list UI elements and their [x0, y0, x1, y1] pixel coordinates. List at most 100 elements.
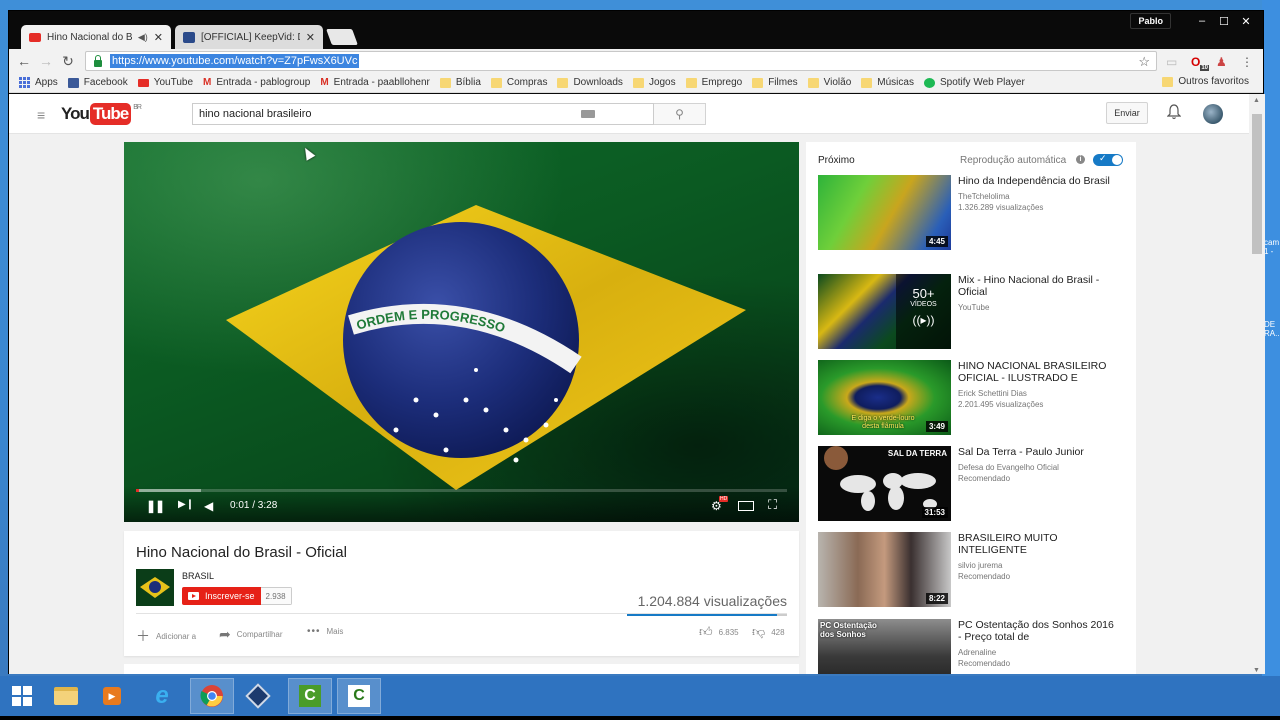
like-button[interactable]: 👍︎ 6.835 — [699, 624, 739, 640]
bookmark-musicas[interactable]: Músicas — [861, 77, 914, 88]
share-button[interactable]: ➦ Compartilhar — [219, 626, 283, 643]
bookmark-other[interactable]: Outros favoritos — [1162, 76, 1249, 87]
video-title[interactable]: Mix - Hino Nacional do Brasil - Oficial — [958, 274, 1116, 298]
close-tab-icon[interactable]: ✕ — [306, 31, 315, 44]
next-button[interactable]: ▶❙ — [178, 499, 194, 510]
screen-border — [0, 716, 1280, 720]
search-button[interactable]: ⚲ — [654, 103, 706, 125]
media-player-icon[interactable]: ▶ — [90, 678, 134, 714]
extension-icon[interactable]: ▭ — [1166, 55, 1177, 69]
notifications-bell-icon[interactable] — [1167, 104, 1181, 120]
bookmark-jogos[interactable]: Jogos — [632, 77, 676, 88]
video-title[interactable]: PC Ostentação dos Sonhos 2016 - Preço to… — [958, 619, 1116, 643]
account-avatar[interactable] — [1203, 104, 1223, 124]
browser-toolbar: ← → ↻ https://www.youtube.com/watch?v=Z7… — [9, 49, 1263, 73]
keyboard-icon[interactable] — [581, 110, 595, 118]
youtube-logo[interactable]: You Tube BR — [61, 103, 142, 125]
video-thumbnail[interactable]: SAL DA TERRA 31:53 — [818, 446, 951, 521]
recommended-video[interactable]: PC Ostentação dos Sonhos PC Ostentação d… — [818, 619, 1138, 674]
bookmark-gmail-2[interactable]: M Entrada - paabllohenr — [320, 77, 430, 88]
virtualbox-icon[interactable] — [236, 678, 280, 714]
bookmark-star-icon[interactable]: ☆ — [1138, 54, 1150, 70]
video-thumbnail[interactable]: 50+ VÍDEOS ((▸)) — [818, 274, 951, 349]
tab-youtube[interactable]: Hino Nacional do Bra ◀) ✕ — [21, 25, 171, 49]
recommended-video[interactable]: 8:22 BRASILEIRO MUITO INTELIGENTE silvio… — [818, 532, 1138, 608]
bookmark-emprego[interactable]: Emprego — [685, 77, 742, 88]
dislike-button[interactable]: 👎︎ 428 — [752, 624, 785, 640]
chrome-icon[interactable] — [190, 678, 234, 714]
close-window-button[interactable]: ✕ — [1235, 13, 1257, 29]
guide-menu-icon[interactable]: ≡ — [37, 107, 45, 123]
more-button[interactable]: ••• Mais — [307, 626, 343, 637]
progress-bar[interactable] — [136, 489, 787, 492]
channel-name: YouTube — [958, 303, 990, 312]
bookmark-violao[interactable]: Violão — [807, 77, 851, 88]
bookmark-biblia[interactable]: Bíblia — [439, 77, 481, 88]
tab-label: Hino Nacional do Bra — [47, 31, 132, 43]
lock-icon — [94, 54, 102, 67]
search-input[interactable]: hino nacional brasileiro — [192, 103, 654, 125]
volume-button[interactable]: ◀ — [204, 499, 213, 513]
buffer-bar — [136, 489, 202, 492]
video-title[interactable]: BRASILEIRO MUITO INTELIGENTE — [958, 532, 1116, 556]
folder-icon — [490, 77, 502, 88]
scroll-up-arrow-icon[interactable]: ▲ — [1253, 97, 1260, 104]
menu-icon[interactable]: ⋮ — [1241, 55, 1253, 69]
recommended-video[interactable]: SAL DA TERRA 31:53 Sal Da Terra - Paulo … — [818, 446, 1138, 522]
file-explorer-icon[interactable] — [44, 678, 88, 714]
bookmark-apps[interactable]: Apps — [19, 77, 58, 88]
add-to-button[interactable]: ＋ Adicionar a — [136, 626, 196, 646]
tab-keepvid[interactable]: [OFFICIAL] KeepVid: Dow ✕ — [175, 25, 323, 49]
address-bar[interactable]: https://www.youtube.com/watch?v=Z7pFwsX6… — [85, 51, 1157, 71]
recommended-mix[interactable]: 50+ VÍDEOS ((▸)) Mix - Hino Nacional do … — [818, 274, 1138, 350]
autoplay-toggle[interactable]: ✓ — [1093, 153, 1123, 166]
fullscreen-button[interactable]: ⛶ — [768, 497, 777, 513]
maximize-button[interactable]: ☐ — [1213, 13, 1235, 29]
extension-icon-2[interactable]: ♟ — [1216, 55, 1227, 69]
start-button[interactable] — [0, 678, 44, 714]
video-title[interactable]: HINO NACIONAL BRASILEIRO OFICIAL - ILUST… — [958, 360, 1116, 384]
info-icon[interactable]: i — [1076, 155, 1085, 164]
bookmark-downloads[interactable]: Downloads — [557, 77, 623, 88]
bookmark-compras[interactable]: Compras — [490, 77, 547, 88]
profile-button[interactable]: Pablo — [1130, 13, 1171, 29]
scrollbar-thumb[interactable] — [1252, 114, 1262, 254]
new-tab-button[interactable] — [326, 29, 358, 45]
video-player[interactable]: ORDEM E PROGRESSO ❚❚ ▶❙ ◀ 0:01 / 3:28 ⚙ H… — [124, 142, 799, 522]
bookmark-filmes[interactable]: Filmes — [752, 77, 798, 88]
speaker-icon[interactable]: ◀) — [138, 32, 148, 43]
bookmark-spotify[interactable]: Spotify Web Player — [923, 77, 1025, 88]
close-tab-icon[interactable]: ✕ — [154, 31, 163, 44]
opera-extension-icon[interactable]: O10 — [1191, 55, 1210, 71]
channel-name[interactable]: BRASIL — [182, 571, 214, 581]
video-thumbnail[interactable]: E diga o verde-louro desta flâmula 3:49 — [818, 360, 951, 435]
minimize-button[interactable]: – — [1191, 13, 1213, 29]
reload-button[interactable]: ↻ — [57, 53, 79, 70]
camtasia-recorder-icon[interactable]: C — [337, 678, 381, 714]
playlist-overlay: 50+ VÍDEOS ((▸)) — [896, 274, 951, 349]
internet-explorer-icon[interactable]: e — [140, 678, 184, 714]
url-text[interactable]: https://www.youtube.com/watch?v=Z7pFwsX6… — [110, 54, 360, 68]
recommended-video[interactable]: E diga o verde-louro desta flâmula 3:49 … — [818, 360, 1138, 436]
bookmark-facebook[interactable]: Facebook — [67, 77, 128, 88]
channel-avatar[interactable] — [136, 569, 174, 606]
recommended-video[interactable]: 4:45 Hino da Independência do Brasil The… — [818, 175, 1138, 251]
gmail-icon: M — [320, 77, 329, 88]
bookmark-gmail-1[interactable]: M Entrada - pablogroup — [203, 77, 310, 88]
theater-mode-button[interactable] — [738, 501, 754, 511]
forward-button[interactable]: → — [35, 53, 57, 69]
camtasia-icon[interactable]: C — [288, 678, 332, 714]
bookmark-youtube[interactable]: YouTube — [137, 77, 193, 88]
video-title[interactable]: Hino da Independência do Brasil — [958, 175, 1116, 187]
settings-button[interactable]: ⚙ HD — [711, 496, 729, 513]
video-title[interactable]: Sal Da Terra - Paulo Junior — [958, 446, 1116, 458]
subscribe-button[interactable]: Inscrever-se 2.938 — [182, 587, 292, 605]
video-thumbnail[interactable]: PC Ostentação dos Sonhos — [818, 619, 951, 674]
pause-button[interactable]: ❚❚ — [146, 499, 165, 513]
upload-button[interactable]: Enviar — [1106, 102, 1148, 124]
video-thumbnail[interactable]: 8:22 — [818, 532, 951, 607]
video-thumbnail[interactable]: 4:45 — [818, 175, 951, 250]
page-scrollbar[interactable]: ▲ ▼ — [1249, 94, 1265, 674]
scroll-down-arrow-icon[interactable]: ▼ — [1253, 667, 1260, 674]
back-button[interactable]: ← — [13, 53, 35, 69]
